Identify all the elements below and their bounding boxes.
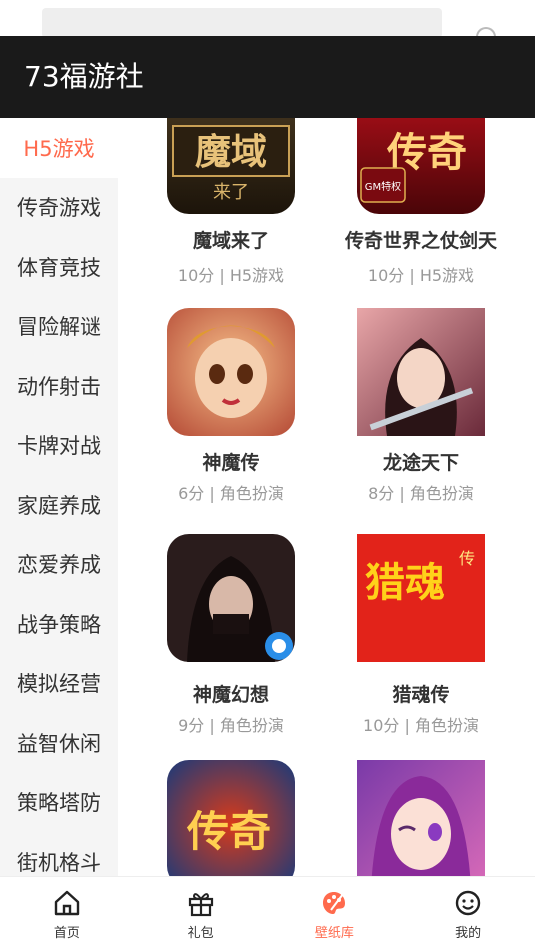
app-header: 73福游社	[0, 36, 535, 118]
sidebar-item-tower-defense[interactable]: 策略塔防	[0, 773, 118, 833]
game-title: 猎魂传	[392, 684, 450, 706]
game-card[interactable]: 猎魂 传 猎魂传 10分 | 角色扮演	[326, 534, 516, 744]
sidebar-item-legend[interactable]: 传奇游戏	[0, 178, 118, 238]
bottom-nav: 首页 礼包 壁纸库 我的	[0, 876, 535, 951]
game-icon-shenmo-huanxiang[interactable]	[167, 534, 295, 662]
sidebar-item-family[interactable]: 家庭养成	[0, 475, 118, 535]
nav-home[interactable]: 首页	[0, 877, 134, 951]
icon-subtext: 来了	[213, 182, 249, 203]
sidebar-item-sports[interactable]: 体育竞技	[0, 237, 118, 297]
icon-subtext: 传	[459, 549, 475, 568]
game-icon-chuanqi[interactable]: 传奇	[167, 760, 295, 876]
game-meta: 8分 | 角色扮演	[368, 484, 474, 503]
nav-mine[interactable]: 我的	[401, 877, 535, 951]
sidebar-item-action[interactable]: 动作射击	[0, 356, 118, 416]
game-meta: 10分 | H5游戏	[367, 266, 475, 285]
game-card[interactable]: 魔域 来了 魔域来了 10分 | H5游戏	[136, 118, 326, 288]
sidebar-item-romance[interactable]: 恋爱养成	[0, 535, 118, 595]
sidebar-item-card[interactable]: 卡牌对战	[0, 416, 118, 476]
icon-subtext: GM特权	[365, 180, 401, 193]
sidebar-item-simulation[interactable]: 模拟经营	[0, 654, 118, 714]
app-title: 73福游社	[24, 60, 144, 93]
palette-icon	[323, 891, 346, 914]
nav-gift-label: 礼包	[187, 925, 214, 941]
game-meta: 6分 | 角色扮演	[178, 484, 284, 503]
game-icon-chuanqi-world[interactable]: 传奇 GM特权	[357, 118, 485, 214]
icon-text: 魔域	[195, 131, 267, 173]
game-icon-moyu[interactable]: 魔域 来了	[167, 118, 295, 214]
nav-home-label: 首页	[53, 925, 80, 941]
game-card[interactable]: 神魔幻想 9分 | 角色扮演	[136, 534, 326, 744]
game-icon-liehun[interactable]: 猎魂 传	[357, 534, 485, 662]
icon-text: 猎魂	[365, 559, 445, 606]
game-title: 传奇世界之仗剑天	[344, 230, 497, 252]
nav-wallpaper-label: 壁纸库	[314, 925, 354, 941]
sidebar-item-arcade[interactable]: 街机格斗	[0, 832, 118, 876]
sidebar-item-adventure[interactable]: 冒险解谜	[0, 297, 118, 357]
game-card[interactable]: 神魔传 6分 | 角色扮演	[136, 308, 326, 518]
icon-text: 传奇	[186, 807, 271, 856]
nav-mine-label: 我的	[455, 925, 482, 941]
sidebar-item-strategy[interactable]: 战争策略	[0, 594, 118, 654]
game-grid: 魔域 来了 魔域来了 10分 | H5游戏 传奇 GM特权 传奇世界之仗剑天 1…	[118, 118, 535, 876]
search-bar-ghost	[42, 8, 442, 38]
game-title: 神魔幻想	[192, 684, 269, 706]
game-meta: 10分 | H5游戏	[177, 266, 285, 285]
game-icon-shenmo[interactable]	[167, 308, 295, 436]
game-title: 魔域来了	[192, 230, 269, 252]
sidebar-item-h5[interactable]: H5游戏	[0, 118, 118, 178]
game-card[interactable]	[326, 760, 516, 876]
game-card[interactable]: 传奇 GM特权 传奇世界之仗剑天 10分 | H5游戏	[326, 118, 516, 288]
gift-icon	[188, 892, 213, 916]
game-title: 神魔传	[202, 452, 260, 474]
category-sidebar[interactable]: H5游戏 传奇游戏 体育竞技 冒险解谜 动作射击 卡牌对战 家庭养成 恋爱养成 …	[0, 118, 118, 876]
game-card[interactable]: 传奇	[136, 760, 326, 876]
smile-icon	[455, 890, 481, 915]
sidebar-item-puzzle[interactable]: 益智休闲	[0, 713, 118, 773]
game-card[interactable]: 龙途天下 8分 | 角色扮演	[326, 308, 516, 518]
game-meta: 10分 | 角色扮演	[363, 716, 479, 735]
game-icon-anime-girl[interactable]	[357, 760, 485, 876]
game-meta: 9分 | 角色扮演	[178, 716, 284, 735]
game-icon-longtu[interactable]	[357, 308, 485, 436]
game-title: 龙途天下	[382, 452, 459, 474]
nav-wallpaper[interactable]: 壁纸库	[268, 877, 402, 951]
home-icon	[54, 890, 80, 915]
nav-gift[interactable]: 礼包	[134, 877, 268, 951]
